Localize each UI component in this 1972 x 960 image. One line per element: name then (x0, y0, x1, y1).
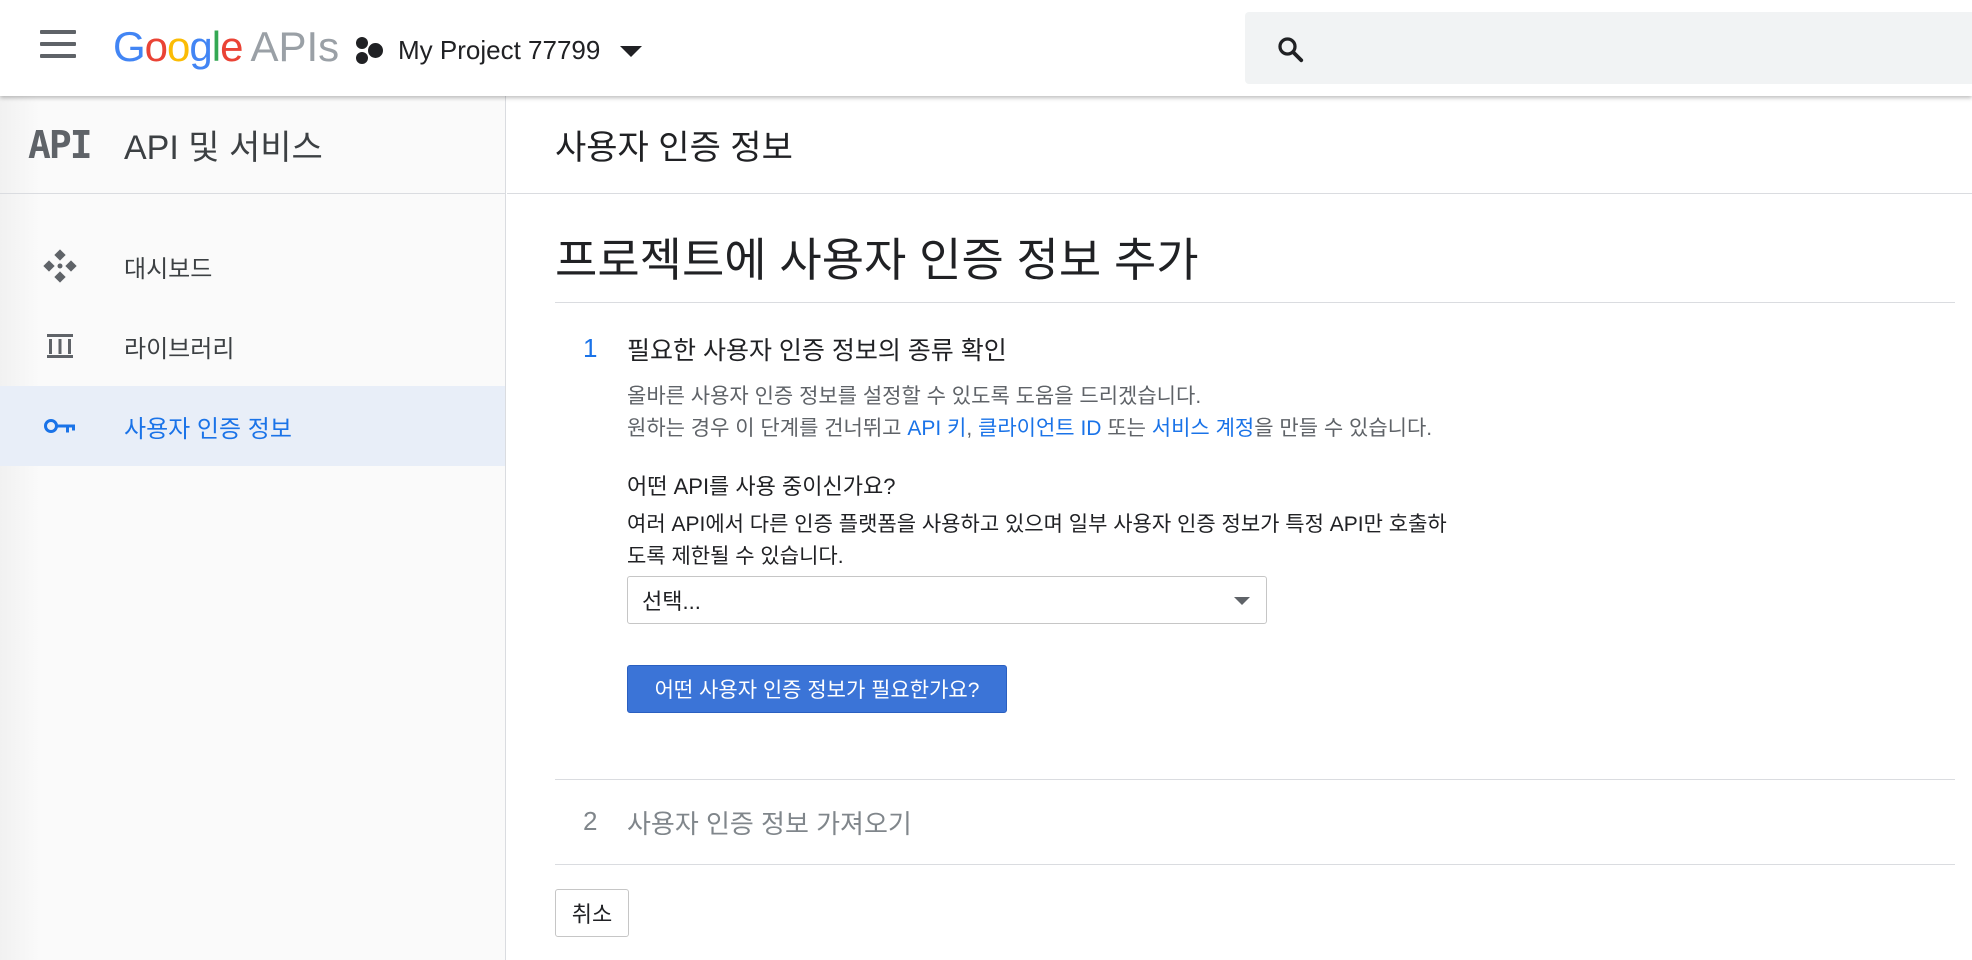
project-dots-icon (354, 35, 384, 65)
logo-apis-suffix: APIs (250, 23, 340, 70)
page-header: 사용자 인증 정보 (507, 96, 1972, 194)
api-key-link[interactable]: API 키 (907, 417, 966, 440)
api-select-dropdown[interactable]: 선택... (627, 576, 1267, 624)
logo-letter: l (211, 23, 221, 70)
caret-down-icon (620, 45, 643, 57)
project-name: My Project 77799 (398, 34, 601, 65)
chevron-down-icon (1234, 597, 1250, 605)
key-icon (0, 416, 124, 436)
step-number: 1 (583, 333, 598, 363)
logo-letter: o (167, 23, 190, 70)
credentials-wizard: 프로젝트에 사용자 인증 정보 추가 1 필요한 사용자 인증 정보의 종류 확… (555, 194, 1955, 937)
api-question-label: 어떤 API를 사용 중이신가요? (627, 474, 896, 499)
step-description: 올바른 사용자 인증 정보를 설정할 수 있도록 도움을 드리겠습니다. 원하는… (627, 381, 1432, 445)
hamburger-menu-icon[interactable] (38, 30, 78, 66)
text-span: 을 만들 수 있습니다. (1254, 417, 1433, 440)
step-number: 2 (583, 806, 598, 836)
api-logo-icon: API (28, 122, 93, 167)
api-question-description: 여러 API에서 다른 인증 플랫폼을 사용하고 있으며 일부 사용자 인증 정… (627, 509, 1547, 573)
description-line: 올바른 사용자 인증 정보를 설정할 수 있도록 도움을 드리겠습니다. (627, 385, 1202, 408)
step-title: 사용자 인증 정보 가져오기 (627, 809, 912, 839)
sidebar-item-dashboard[interactable]: 대시보드 (0, 226, 505, 306)
sidebar-nav: 대시보드 라이브러리 사용자 인증 정보 (0, 194, 505, 466)
text-span: 또는 (1101, 417, 1152, 440)
description-line: 원하는 경우 이 단계를 건너뛰고 API 키, 클라이언트 ID 또는 서비스… (627, 413, 1432, 445)
search-icon (1278, 37, 1304, 63)
logo-letter: o (144, 23, 168, 70)
logo-letter: g (189, 23, 212, 70)
service-account-link[interactable]: 서비스 계정 (1152, 417, 1254, 440)
sidebar-item-label: 대시보드 (124, 255, 213, 283)
description-line: 도록 제한될 수 있습니다. (627, 545, 844, 568)
cancel-button[interactable]: 취소 (555, 889, 629, 937)
wizard-step-1: 1 필요한 사용자 인증 정보의 종류 확인 올바른 사용자 인증 정보를 설정… (555, 303, 1955, 779)
wizard-heading: 프로젝트에 사용자 인증 정보 추가 (555, 234, 1199, 286)
description-line: 여러 API에서 다른 인증 플랫폼을 사용하고 있으며 일부 사용자 인증 정… (627, 513, 1447, 536)
google-apis-logo[interactable]: Google APIs (113, 22, 339, 72)
sidebar-item-library[interactable]: 라이브러리 (0, 306, 505, 386)
sidebar-item-label: 라이브러리 (124, 335, 235, 363)
logo-letter: e (220, 23, 243, 70)
sidebar-item-credentials[interactable]: 사용자 인증 정보 (0, 386, 505, 466)
page-title: 사용자 인증 정보 (555, 129, 793, 167)
sidebar-header: API API 및 서비스 (0, 96, 505, 194)
search-bar[interactable] (1245, 12, 1972, 84)
sidebar-item-label: 사용자 인증 정보 (124, 415, 292, 443)
step-title: 필요한 사용자 인증 정보의 종류 확인 (627, 337, 1007, 365)
client-id-link[interactable]: 클라이언트 ID (978, 417, 1101, 440)
main-content: 사용자 인증 정보 프로젝트에 사용자 인증 정보 추가 1 필요한 사용자 인… (507, 96, 1972, 960)
select-value: 선택... (642, 589, 701, 614)
dashboard-icon (0, 249, 124, 283)
logo-letter: G (113, 23, 146, 70)
text-span: , (966, 417, 979, 440)
project-selector[interactable]: My Project 77799 (354, 28, 643, 72)
wizard-step-2: 2 사용자 인증 정보 가져오기 (555, 780, 1955, 864)
sidebar-title[interactable]: API 및 서비스 (124, 120, 323, 169)
which-credentials-button[interactable]: 어떤 사용자 인증 정보가 필요한가요? (627, 665, 1007, 713)
text-span: 원하는 경우 이 단계를 건너뛰고 (627, 417, 908, 440)
top-app-bar: Google APIs My Project 77799 (0, 0, 1972, 96)
library-icon (0, 331, 124, 361)
sidebar: API API 및 서비스 대시보드 라이브러리 사용자 인증 정보 (0, 96, 506, 960)
divider (555, 864, 1955, 865)
